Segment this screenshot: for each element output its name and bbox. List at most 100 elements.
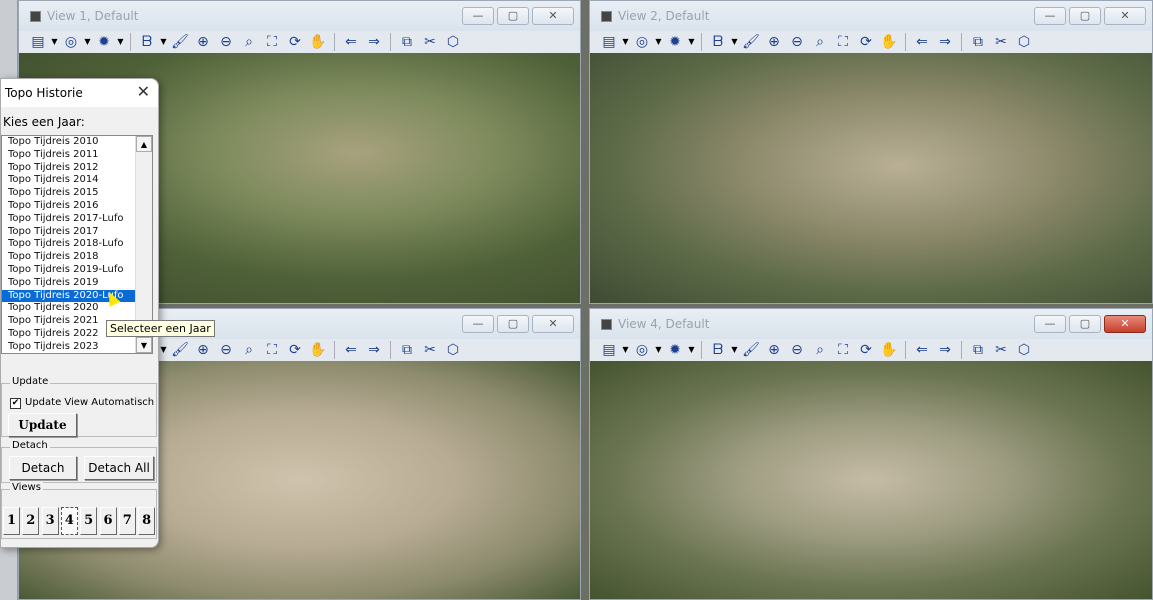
lighting-icon[interactable]: ✹ <box>93 32 115 52</box>
maximize-button[interactable]: ▢ <box>1069 7 1101 25</box>
aerial-map-canvas[interactable] <box>590 361 1152 599</box>
bing-maps-icon[interactable]: ᗷ <box>136 32 158 52</box>
previous-view-icon[interactable]: ⇐ <box>911 32 933 52</box>
view-3-button[interactable]: 3 <box>41 507 59 535</box>
previous-view-icon[interactable]: ⇐ <box>911 340 933 360</box>
window-area-icon[interactable]: ⌕ <box>238 32 260 52</box>
dropdown-arrow-icon[interactable]: ▼ <box>730 340 739 360</box>
dropdown-arrow-icon[interactable]: ▼ <box>83 32 92 52</box>
year-list-item[interactable]: Topo Tijdreis 2012 <box>2 162 152 175</box>
pan-hand-icon[interactable]: ✋ <box>878 32 900 52</box>
view-7-button[interactable]: 7 <box>118 507 136 535</box>
dialog-titlebar[interactable]: Topo Historie ✕ <box>1 79 158 107</box>
previous-view-icon[interactable]: ⇐ <box>340 340 362 360</box>
view-attributes-icon[interactable]: ▤ <box>598 340 620 360</box>
clip-volume-icon[interactable]: ✂ <box>990 32 1012 52</box>
dropdown-arrow-icon[interactable]: ▼ <box>654 340 663 360</box>
lighting-icon[interactable]: ✹ <box>664 340 686 360</box>
maximize-button[interactable]: ▢ <box>1069 315 1101 333</box>
copy-view-icon[interactable]: ⧉ <box>396 340 418 360</box>
year-list-item[interactable]: Topo Tijdreis 2020 <box>2 302 152 315</box>
detach-button[interactable]: Detach <box>9 456 77 480</box>
dropdown-arrow-icon[interactable]: ▼ <box>116 32 125 52</box>
zoom-in-icon[interactable]: ⊕ <box>192 32 214 52</box>
dropdown-arrow-icon[interactable]: ▼ <box>621 32 630 52</box>
year-list-item[interactable]: Topo Tijdreis 2019 <box>2 277 152 290</box>
brush-icon[interactable]: 🖌 <box>740 340 762 360</box>
zoom-in-icon[interactable]: ⊕ <box>763 32 785 52</box>
view-titlebar[interactable]: View 1, Default — ▢ ✕ <box>19 1 580 31</box>
view-titlebar[interactable]: View 2, Default — ▢ ✕ <box>590 1 1152 31</box>
dropdown-arrow-icon[interactable]: ▼ <box>159 32 168 52</box>
maximize-button[interactable]: ▢ <box>497 315 529 333</box>
zoom-out-icon[interactable]: ⊖ <box>215 32 237 52</box>
bing-maps-icon[interactable]: ᗷ <box>707 32 729 52</box>
minimize-button[interactable]: — <box>462 315 494 333</box>
dropdown-arrow-icon[interactable]: ▼ <box>654 32 663 52</box>
rotate-view-icon[interactable]: ⟳ <box>855 32 877 52</box>
view-4-button[interactable]: 4 <box>60 507 78 535</box>
minimize-button[interactable]: — <box>1034 315 1066 333</box>
bing-maps-icon[interactable]: ᗷ <box>707 340 729 360</box>
fit-view-icon[interactable]: ⛶ <box>832 32 854 52</box>
zoom-out-icon[interactable]: ⊖ <box>786 32 808 52</box>
maximize-button[interactable]: ▢ <box>497 7 529 25</box>
clip-mask-icon[interactable]: ⬡ <box>442 340 464 360</box>
copy-view-icon[interactable]: ⧉ <box>967 340 989 360</box>
zoom-out-icon[interactable]: ⊖ <box>786 340 808 360</box>
zoom-in-icon[interactable]: ⊕ <box>192 340 214 360</box>
view-5-button[interactable]: 5 <box>80 507 98 535</box>
window-area-icon[interactable]: ⌕ <box>809 32 831 52</box>
year-list-item[interactable]: Topo Tijdreis 2017-Lufo <box>2 213 152 226</box>
scroll-down-icon[interactable]: ▼ <box>136 337 152 353</box>
clip-volume-icon[interactable]: ✂ <box>990 340 1012 360</box>
view-attributes-icon[interactable]: ▤ <box>598 32 620 52</box>
level-display-icon[interactable]: ◎ <box>60 32 82 52</box>
year-list-item[interactable]: Topo Tijdreis 2015 <box>2 187 152 200</box>
clip-mask-icon[interactable]: ⬡ <box>442 32 464 52</box>
pan-hand-icon[interactable]: ✋ <box>878 340 900 360</box>
window-area-icon[interactable]: ⌕ <box>809 340 831 360</box>
window-area-icon[interactable]: ⌕ <box>238 340 260 360</box>
close-button[interactable]: ✕ <box>1104 7 1146 25</box>
clip-mask-icon[interactable]: ⬡ <box>1013 32 1035 52</box>
close-icon[interactable]: ✕ <box>137 82 150 101</box>
dropdown-arrow-icon[interactable]: ▼ <box>730 32 739 52</box>
view-titlebar[interactable]: View 4, Default — ▢ ✕ <box>590 309 1152 339</box>
auto-update-checkbox[interactable]: ✔ <box>10 398 21 409</box>
dropdown-arrow-icon[interactable]: ▼ <box>687 340 696 360</box>
view-8-button[interactable]: 8 <box>138 507 156 535</box>
copy-view-icon[interactable]: ⧉ <box>967 32 989 52</box>
zoom-in-icon[interactable]: ⊕ <box>763 340 785 360</box>
year-list-item[interactable]: Topo Tijdreis 2011 <box>2 149 152 162</box>
dropdown-arrow-icon[interactable]: ▼ <box>687 32 696 52</box>
copy-view-icon[interactable]: ⧉ <box>396 32 418 52</box>
view-2-button[interactable]: 2 <box>22 507 40 535</box>
fit-view-icon[interactable]: ⛶ <box>261 32 283 52</box>
clip-mask-icon[interactable]: ⬡ <box>1013 340 1035 360</box>
year-list-item[interactable]: Topo Tijdreis 2010 <box>2 136 152 149</box>
fit-view-icon[interactable]: ⛶ <box>832 340 854 360</box>
year-list-item[interactable]: Topo Tijdreis 2014 <box>2 174 152 187</box>
next-view-icon[interactable]: ⇒ <box>934 32 956 52</box>
dropdown-arrow-icon[interactable]: ▼ <box>50 32 59 52</box>
fit-view-icon[interactable]: ⛶ <box>261 340 283 360</box>
level-display-icon[interactable]: ◎ <box>631 340 653 360</box>
scroll-up-icon[interactable]: ▲ <box>136 136 152 152</box>
rotate-view-icon[interactable]: ⟳ <box>855 340 877 360</box>
pan-hand-icon[interactable]: ✋ <box>307 32 329 52</box>
year-list-item[interactable]: Topo Tijdreis 2023 <box>2 341 152 353</box>
minimize-button[interactable]: — <box>1034 7 1066 25</box>
next-view-icon[interactable]: ⇒ <box>934 340 956 360</box>
level-display-icon[interactable]: ◎ <box>631 32 653 52</box>
dropdown-arrow-icon[interactable]: ▼ <box>621 340 630 360</box>
year-list-item[interactable]: Topo Tijdreis 2017 <box>2 226 152 239</box>
brush-icon[interactable]: 🖌 <box>169 32 191 52</box>
clip-volume-icon[interactable]: ✂ <box>419 32 441 52</box>
year-list-item[interactable]: Topo Tijdreis 2016 <box>2 200 152 213</box>
view-6-button[interactable]: 6 <box>99 507 117 535</box>
close-button[interactable]: ✕ <box>532 7 574 25</box>
dropdown-arrow-icon[interactable]: ▼ <box>159 340 168 360</box>
aerial-map-canvas[interactable] <box>590 53 1152 303</box>
brush-icon[interactable]: 🖌 <box>169 340 191 360</box>
